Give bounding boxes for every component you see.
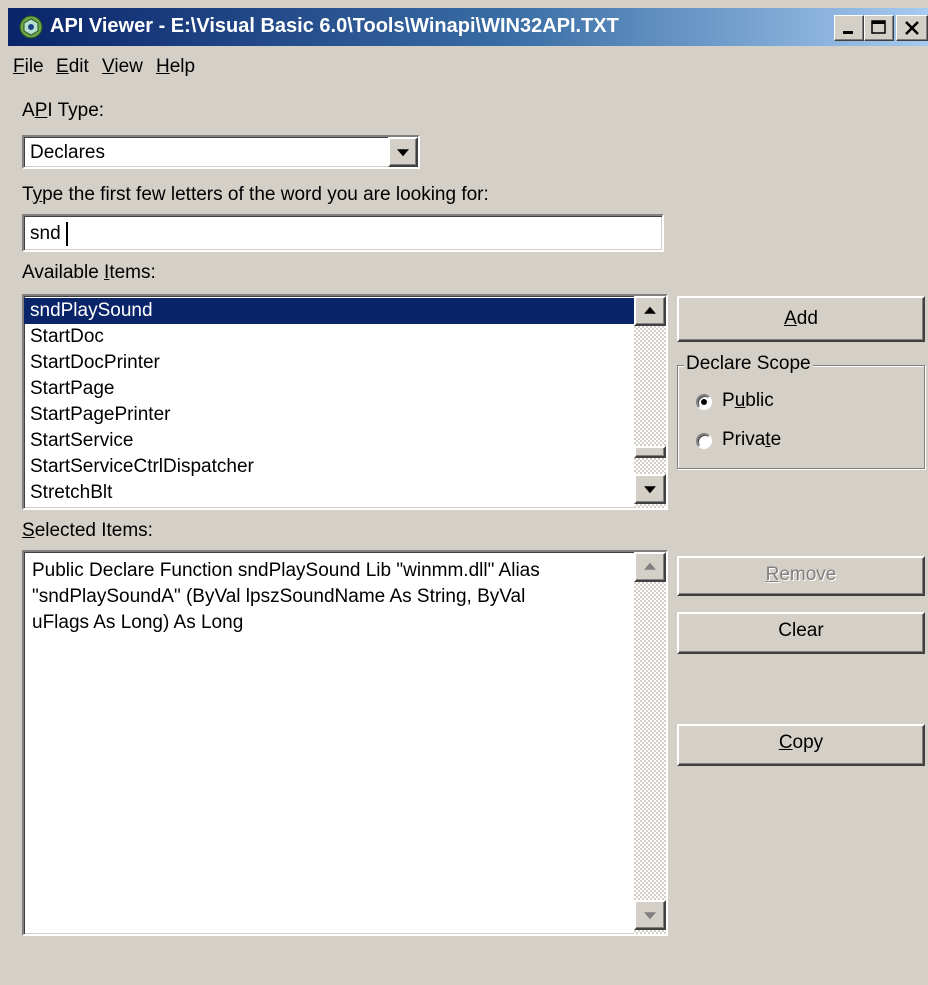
arrow-up-icon [644,562,656,570]
clear-button[interactable]: Clear [677,612,925,654]
radio-public[interactable]: Public [696,390,896,416]
menu-edit[interactable]: Edit [56,56,89,78]
minimize-icon [843,31,853,34]
radio-private-label: Private [722,429,782,450]
close-icon [905,21,919,35]
menu-help[interactable]: Help [156,56,195,78]
radio-private[interactable]: Private [696,429,896,455]
maximize-icon [871,20,886,34]
api-type-value: Declares [30,142,105,163]
maximize-button[interactable] [864,15,894,41]
radio-public-circle[interactable] [696,394,712,410]
declaration-text: Public Declare Function sndPlaySound Lib… [32,560,540,633]
selected-items-label: Selected Items: [22,520,153,541]
chevron-down-icon [397,149,409,157]
selected-items-scrollbar[interactable] [634,552,666,934]
list-item[interactable]: StartDoc [24,324,634,350]
radio-private-circle[interactable] [696,433,712,449]
arrow-down-icon [644,912,656,920]
scroll-down-button-disabled[interactable] [634,900,666,930]
minimize-button[interactable] [834,15,864,41]
remove-button[interactable]: Remove [677,556,925,596]
menu-bar: File Edit View Help [8,46,928,86]
declare-scope-group: Declare Scope Public Private [677,353,925,469]
api-type-label: API Type: [22,100,105,121]
api-type-combobox[interactable]: Declares [22,135,420,169]
close-button[interactable] [896,15,928,41]
available-items-rows: sndPlaySound StartDoc StartDocPrinter Start… [24,298,634,506]
available-items-list[interactable]: sndPlaySound StartDoc StartDocPrinter Start… [22,294,668,510]
search-label: Type the first few letters of the word y… [22,184,489,205]
arrow-down-icon [644,486,656,494]
selected-items-textbox[interactable]: Public Declare Function sndPlaySound Lib… [22,550,668,936]
scroll-down-button[interactable] [634,474,666,504]
list-item[interactable]: StartServiceCtrlDispatcher [24,454,634,480]
menu-file[interactable]: File [13,56,44,78]
scroll-up-button[interactable] [634,296,666,326]
list-item[interactable]: sndPlaySound [24,298,634,324]
available-items-label: Available Items: [22,262,156,283]
text-cursor [66,222,68,246]
api-viewer-app-icon [19,15,43,39]
radio-public-label: Public [722,390,774,411]
add-button[interactable]: Add [677,296,925,342]
menu-view[interactable]: View [102,56,143,78]
available-items-scrollbar[interactable] [634,296,666,508]
window-title: API Viewer - E:\Visual Basic 6.0\Tools\W… [50,15,619,37]
declare-scope-legend: Declare Scope [684,353,813,375]
copy-button[interactable]: Copy [677,724,925,766]
search-input[interactable]: snd [22,214,664,252]
radio-checked-dot [701,399,707,405]
list-item[interactable]: StartPage [24,376,634,402]
scroll-thumb[interactable] [634,446,666,458]
title-bar[interactable]: API Viewer - E:\Visual Basic 6.0\Tools\W… [8,8,928,46]
list-item[interactable]: StartPagePrinter [24,402,634,428]
list-item[interactable]: StartDocPrinter [24,350,634,376]
api-type-dropdown-button[interactable] [388,137,418,167]
scroll-up-button-disabled[interactable] [634,552,666,582]
list-item[interactable]: StretchBlt [24,480,634,506]
list-item[interactable]: StartService [24,428,634,454]
search-input-value: snd [30,223,61,244]
arrow-up-icon [644,306,656,314]
